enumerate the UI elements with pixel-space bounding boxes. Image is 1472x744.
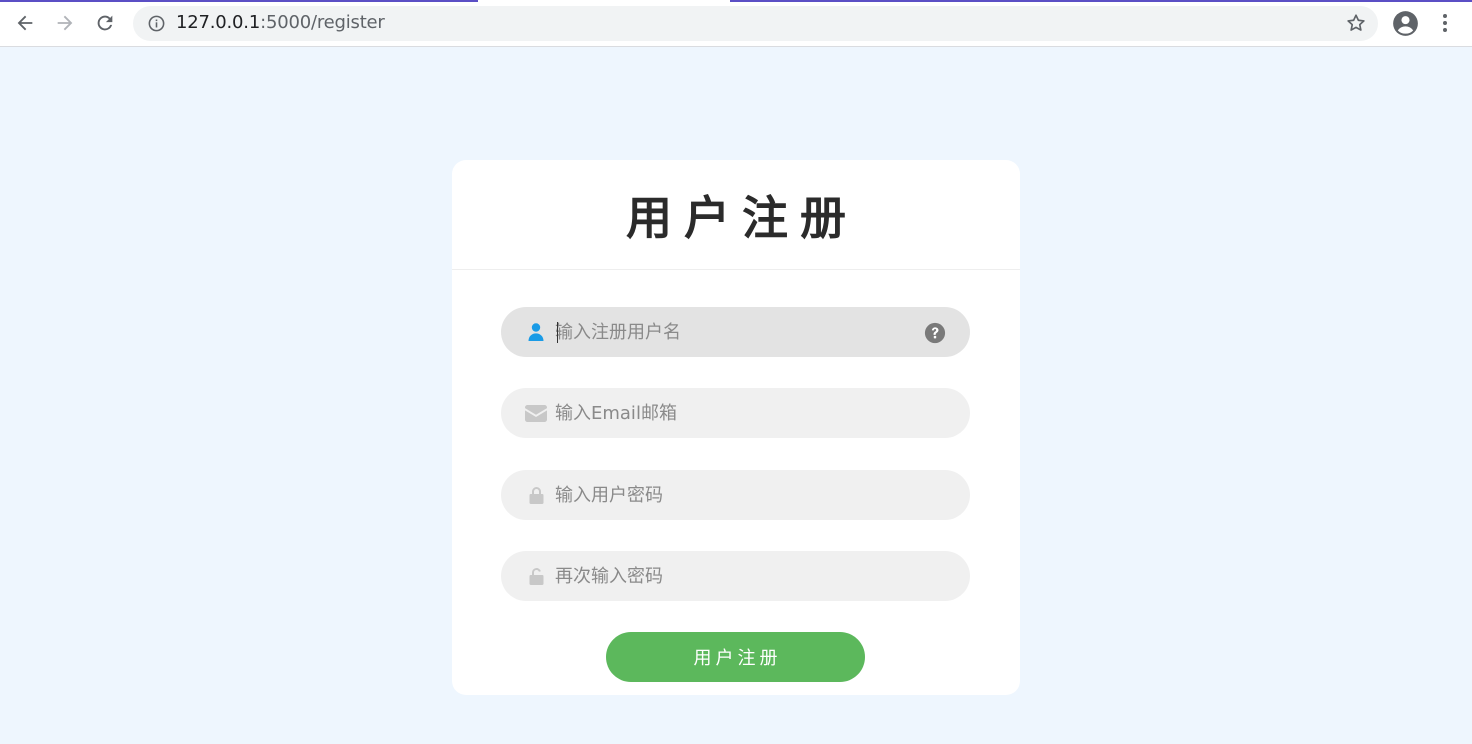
confirm-password-input[interactable] bbox=[555, 551, 915, 601]
info-icon[interactable] bbox=[147, 14, 166, 33]
more-vert-icon[interactable] bbox=[1436, 11, 1454, 35]
forward-button[interactable] bbox=[50, 8, 80, 38]
url-path: :5000/register bbox=[260, 12, 385, 33]
text-caret bbox=[557, 322, 558, 343]
reload-icon bbox=[97, 15, 113, 31]
username-input[interactable] bbox=[555, 307, 915, 357]
email-input[interactable] bbox=[555, 388, 915, 438]
page-title: 用户注册 bbox=[626, 191, 858, 245]
register-card: 用户注册 输入注册用户名 输入Email邮箱 用户注册 bbox=[452, 160, 1020, 695]
back-button[interactable] bbox=[10, 8, 40, 38]
unlock-icon bbox=[525, 565, 547, 587]
question-circle-icon[interactable] bbox=[924, 322, 946, 344]
username-field-wrapper[interactable] bbox=[501, 307, 970, 357]
password-field-wrapper[interactable] bbox=[501, 470, 970, 520]
password-input[interactable] bbox=[555, 470, 915, 520]
bookmark-star-icon[interactable] bbox=[1345, 12, 1367, 34]
url-text[interactable]: 127.0.0.1:5000/register bbox=[176, 13, 385, 33]
lock-icon bbox=[525, 484, 547, 506]
register-button[interactable]: 用户注册 bbox=[606, 632, 865, 682]
envelope-icon bbox=[525, 402, 547, 424]
email-field-wrapper[interactable] bbox=[501, 388, 970, 438]
address-bar[interactable]: 127.0.0.1:5000/register bbox=[133, 6, 1378, 41]
user-icon bbox=[525, 321, 547, 343]
tab-strip-edge bbox=[0, 0, 1472, 2]
arrow-right-icon bbox=[57, 15, 73, 31]
arrow-left-icon bbox=[17, 15, 33, 31]
url-host: 127.0.0.1 bbox=[176, 12, 261, 33]
confirm-password-field-wrapper[interactable] bbox=[501, 551, 970, 601]
title-divider bbox=[452, 269, 1020, 270]
reload-button[interactable] bbox=[90, 8, 120, 38]
browser-toolbar: 127.0.0.1:5000/register bbox=[0, 0, 1472, 47]
account-icon[interactable] bbox=[1392, 10, 1419, 37]
